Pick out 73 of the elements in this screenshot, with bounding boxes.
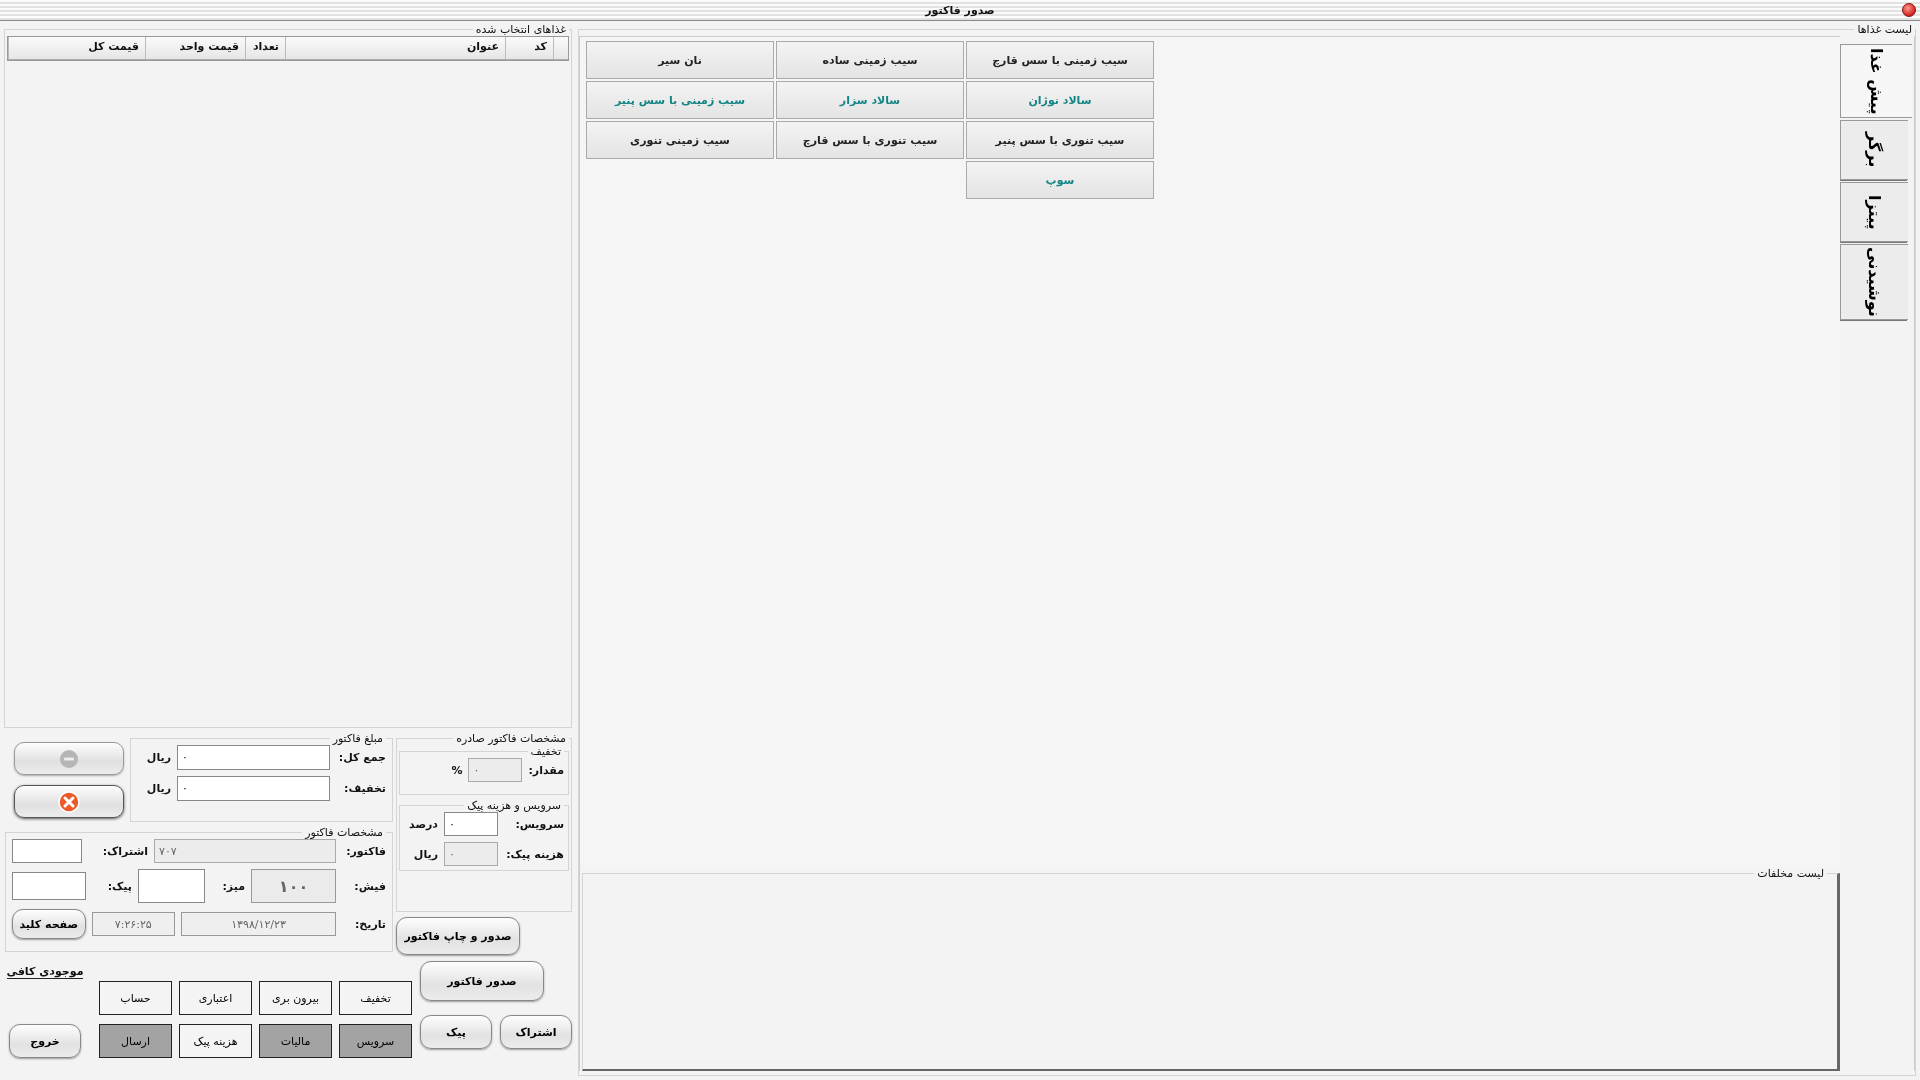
field-label: پیک: xyxy=(106,879,132,893)
toggle-button[interactable]: سرویس xyxy=(339,1024,412,1058)
unit-label: % xyxy=(451,763,463,777)
toggle-button[interactable]: حساب xyxy=(99,981,172,1015)
table-field[interactable] xyxy=(138,869,205,903)
stock-status: موجودی کافی xyxy=(6,965,84,979)
panel-title: تخفیف xyxy=(529,745,562,758)
field-label: هزینه پیک: xyxy=(505,847,564,861)
food-item-button[interactable]: سیب تنوری با سس پنیر xyxy=(966,121,1154,159)
field-label: تخفیف: xyxy=(343,782,386,795)
issue-invoice-button[interactable]: صدور فاکتور xyxy=(420,961,544,1001)
subscription-field[interactable] xyxy=(12,839,82,863)
receipt-number: ۱۰۰ xyxy=(251,869,336,903)
toggle-button[interactable]: ارسال xyxy=(99,1024,172,1058)
toggle-button[interactable]: اعتباری xyxy=(179,981,252,1015)
panel-title: سرویس و هزینه پیک xyxy=(466,799,562,812)
unit-label: درصد xyxy=(409,817,438,831)
amount-field[interactable]: ٠ xyxy=(177,776,330,801)
column-header[interactable]: قیمت واحد xyxy=(145,37,245,59)
panel-title: مشخصات فاکتور صادره xyxy=(455,732,567,745)
column-header[interactable]: تعداد xyxy=(245,37,285,59)
food-item-button[interactable]: سوپ xyxy=(966,161,1154,199)
food-item-button[interactable]: سیب زمینی با سس قارچ xyxy=(966,41,1154,79)
field-label: جمع کل: xyxy=(337,751,386,764)
panel-title: مبلغ فاکتور xyxy=(331,732,384,745)
toggle-button[interactable]: هزینه پیک xyxy=(179,1024,252,1058)
unit-label: ریال xyxy=(146,782,171,795)
food-item-button[interactable]: سالاد سزار xyxy=(776,81,964,119)
unit-label: ریال xyxy=(413,847,438,861)
column-header[interactable]: عنوان xyxy=(285,37,505,59)
amount-field[interactable]: ٠ xyxy=(177,745,330,770)
date-field: ۱۳۹۸/۱۲/۲۳ xyxy=(181,912,336,936)
keyboard-button[interactable]: صفحه کلید xyxy=(12,909,86,939)
food-item-button[interactable]: سیب زمینی ساده xyxy=(776,41,964,79)
close-icon xyxy=(58,790,80,813)
category-tab[interactable]: نوشیدنی xyxy=(1840,244,1908,320)
field-label: فاکتور: xyxy=(345,844,386,858)
category-tab[interactable]: برگر xyxy=(1840,120,1908,180)
toggle-button[interactable]: مالیات xyxy=(259,1024,332,1058)
food-item-button[interactable]: سیب تنوری با سس قارچ xyxy=(776,121,964,159)
window-title: صدور فاکتور xyxy=(923,3,996,17)
field-label: اشتراک: xyxy=(101,844,148,858)
option-button[interactable]: پیک xyxy=(420,1015,492,1049)
field-label: مقدار: xyxy=(528,763,564,777)
minus-icon xyxy=(59,748,79,769)
field-label: میز: xyxy=(221,879,245,893)
option-button[interactable]: اشتراک xyxy=(500,1015,572,1049)
input-field[interactable]: ٠ xyxy=(444,812,498,836)
panel-title: مشخصات فاکتور xyxy=(303,826,384,839)
time-field: ۷:۲۶:۲۵ xyxy=(91,912,175,936)
category-tab[interactable]: پیش غذا xyxy=(1840,44,1912,118)
food-item-button[interactable]: نان سیر xyxy=(586,41,774,79)
panel-title: لیست مخلفات xyxy=(1756,867,1825,880)
column-header[interactable]: قیمت کل xyxy=(8,37,145,59)
field-label: فیش: xyxy=(353,879,386,893)
panel-title: غذاهای انتخاب شده xyxy=(474,23,567,36)
unit-label: ریال xyxy=(146,751,171,764)
field-label: تاریخ: xyxy=(353,917,386,931)
invoice-number-field[interactable]: ۷۰۷ xyxy=(154,839,336,863)
column-header[interactable]: کد xyxy=(505,37,553,59)
close-button[interactable] xyxy=(1902,3,1916,17)
panel-title: لیست غذاها xyxy=(1856,23,1913,36)
issue-print-button[interactable]: صدور و چاپ فاکتور xyxy=(396,917,520,955)
food-item-button[interactable]: سیب زمینی تنوری xyxy=(586,121,774,159)
food-item-button[interactable]: سالاد نوژان xyxy=(966,81,1154,119)
field-label: سرویس: xyxy=(514,817,564,831)
toggle-button[interactable]: بیرون بری xyxy=(259,981,332,1015)
food-item-button[interactable]: سیب زمینی با سس پنیر xyxy=(586,81,774,119)
category-tab[interactable]: پیتزا xyxy=(1840,182,1908,242)
courier-field[interactable] xyxy=(12,872,86,900)
toggle-button[interactable]: تخفیف xyxy=(339,981,412,1015)
exit-button[interactable]: خروج xyxy=(9,1024,81,1058)
cancel-button[interactable] xyxy=(14,785,124,818)
